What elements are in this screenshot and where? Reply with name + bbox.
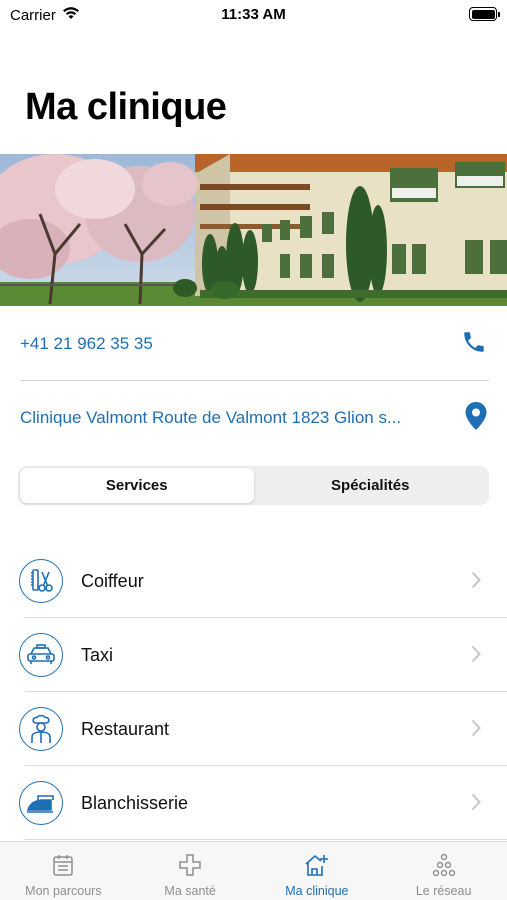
location-pin-icon[interactable] — [465, 401, 487, 435]
calendar-icon — [52, 852, 74, 878]
tab-label: Ma clinique — [285, 884, 349, 898]
segment-services[interactable]: Services — [20, 468, 254, 503]
chef-icon — [19, 707, 63, 751]
tab-label: Le réseau — [415, 884, 472, 898]
chevron-right-icon — [471, 719, 481, 742]
tab-ma-clinique[interactable]: Ma clinique — [254, 842, 381, 900]
taxi-icon — [19, 633, 63, 677]
chevron-right-icon — [471, 571, 481, 594]
phone-icon[interactable] — [461, 329, 487, 360]
phone-number[interactable]: +41 21 962 35 35 — [20, 334, 153, 354]
services-list: Coiffeur Taxi Restaurant Blanchisserie — [0, 544, 507, 840]
tab-ma-sante[interactable]: Ma santé — [127, 842, 254, 900]
status-bar: Carrier 11:33 AM — [0, 0, 507, 30]
phone-row[interactable]: +41 21 962 35 35 — [20, 326, 487, 362]
divider — [25, 839, 507, 840]
divider — [20, 380, 489, 381]
list-item-blanchisserie[interactable]: Blanchisserie — [0, 766, 507, 840]
tab-label: Ma santé — [164, 884, 216, 898]
clinic-photo — [0, 154, 507, 306]
chevron-right-icon — [471, 793, 481, 816]
address-row[interactable]: Clinique Valmont Route de Valmont 1823 G… — [20, 400, 487, 436]
scissors-comb-icon — [19, 559, 63, 603]
tab-bar: Mon parcours Ma santé Ma clinique Le rés… — [0, 841, 507, 900]
list-item-label: Taxi — [81, 644, 114, 665]
list-item-taxi[interactable]: Taxi — [0, 618, 507, 692]
list-item-label: Restaurant — [81, 718, 170, 739]
clinic-icon — [304, 852, 330, 878]
address-text[interactable]: Clinique Valmont Route de Valmont 1823 G… — [20, 408, 401, 428]
list-item-label: Coiffeur — [81, 570, 144, 591]
network-icon — [432, 852, 456, 878]
tab-mon-parcours[interactable]: Mon parcours — [0, 842, 127, 900]
list-item-label: Blanchisserie — [81, 792, 189, 813]
tab-le-reseau[interactable]: Le réseau — [380, 842, 507, 900]
segmented-control[interactable]: Services Spécialités — [18, 466, 489, 505]
iron-icon — [19, 781, 63, 825]
list-item-coiffeur[interactable]: Coiffeur — [0, 544, 507, 618]
status-time: 11:33 AM — [221, 6, 286, 23]
segment-specialites[interactable]: Spécialités — [254, 468, 488, 503]
page-title: Ma clinique — [25, 86, 227, 128]
health-cross-icon — [178, 852, 202, 878]
tab-label: Mon parcours — [25, 884, 102, 898]
chevron-right-icon — [471, 645, 481, 668]
battery-icon — [469, 7, 500, 21]
list-item-restaurant[interactable]: Restaurant — [0, 692, 507, 766]
